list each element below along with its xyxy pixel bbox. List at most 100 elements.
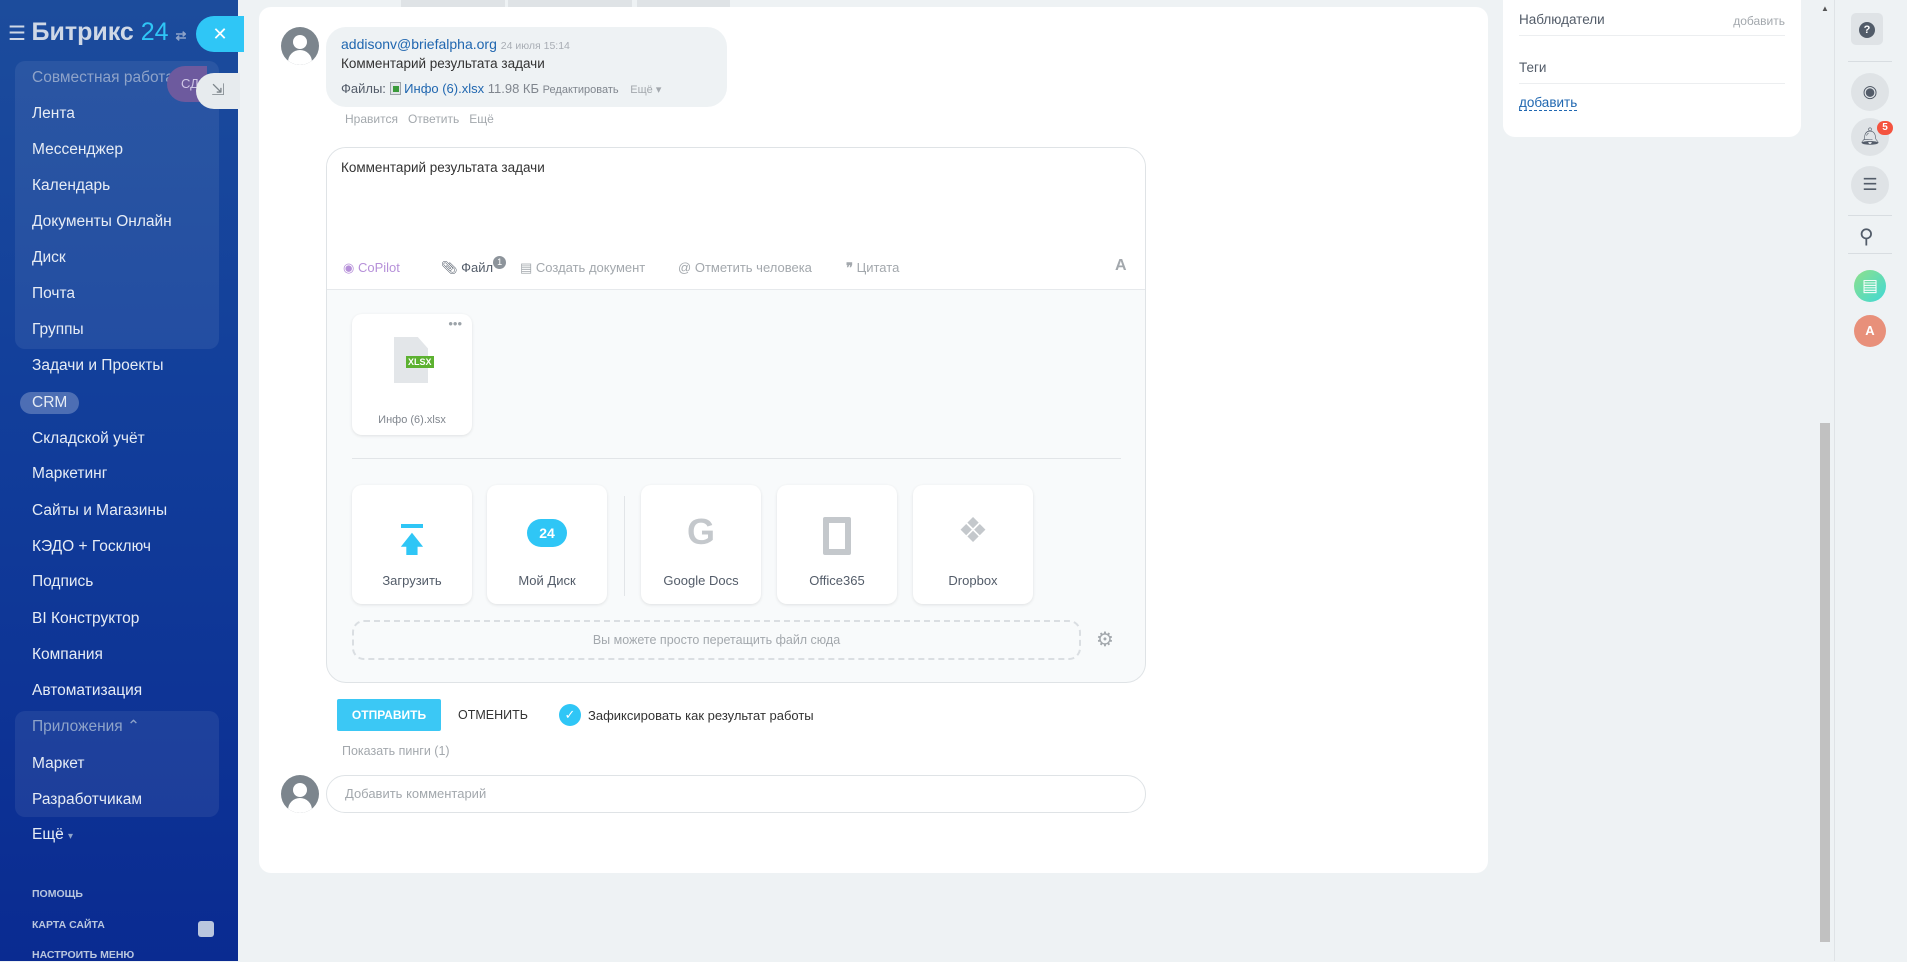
send-button[interactable]: ОТПРАВИТЬ xyxy=(337,699,441,731)
tags-add-link[interactable]: добавить xyxy=(1519,95,1578,111)
close-button[interactable]: ✕ xyxy=(196,16,244,52)
divider xyxy=(352,458,1121,459)
result-checkbox-label[interactable]: Зафиксировать как результат работы xyxy=(588,708,814,723)
comment-more-link[interactable]: Ещё xyxy=(469,112,494,126)
minimize-button[interactable]: ⇲ xyxy=(196,73,240,109)
sitemap-link[interactable]: КАРТА САЙТА xyxy=(32,918,105,932)
copilot-button[interactable]: ◉ CoPilot xyxy=(343,260,400,276)
sidebar-item-docs[interactable]: Документы Онлайн xyxy=(32,212,172,232)
printer-icon[interactable] xyxy=(198,921,214,937)
scroll-up-icon[interactable]: ▲ xyxy=(1821,4,1829,13)
sidebar-item-more[interactable]: Ещё ▾ xyxy=(32,825,73,847)
my-disk-button[interactable]: 24 Мой Диск xyxy=(487,485,607,604)
more-dots-icon[interactable]: ••• xyxy=(448,316,462,331)
attached-file-tile[interactable]: ••• XLSX Инфо (6).xlsx xyxy=(352,314,472,435)
tags-label: Теги xyxy=(1519,60,1547,75)
sidebar-item-bi[interactable]: BI Конструктор xyxy=(32,609,139,629)
sidebar-item-disk[interactable]: Диск xyxy=(32,248,66,268)
settings-icon[interactable]: ⇄ xyxy=(176,28,187,43)
paperclip-icon: 📎︎ xyxy=(441,260,458,275)
author-avatar[interactable] xyxy=(281,27,319,65)
reply-link[interactable]: Ответить xyxy=(408,112,459,126)
sidebar-item-collab[interactable]: Совместная работа xyxy=(32,68,174,88)
create-document-label: Создать документ xyxy=(535,260,646,275)
like-link[interactable]: Нравится xyxy=(345,112,398,126)
help-link[interactable]: ПОМОЩЬ xyxy=(32,887,83,901)
minimize-icon: ⇲ xyxy=(211,82,225,99)
dropbox-icon: ❖ xyxy=(957,512,989,550)
logo-text: Битрикс xyxy=(31,18,134,46)
top-tab[interactable] xyxy=(508,0,632,7)
sidebar-item-marketing[interactable]: Маркетинг xyxy=(32,464,107,484)
gear-icon[interactable]: ⚙ xyxy=(1096,627,1114,652)
file-more-menu[interactable]: Ещё ▾ xyxy=(630,84,661,96)
sidebar-item-kedo[interactable]: КЭДО + Госключ xyxy=(32,537,151,557)
file-link[interactable]: Инфо (6).xlsx xyxy=(404,81,484,96)
quote-label: Цитата xyxy=(856,260,900,275)
sidebar-item-dev[interactable]: Разработчикам xyxy=(32,790,142,810)
google-docs-label: Google Docs xyxy=(663,573,739,588)
top-tab[interactable] xyxy=(401,0,505,7)
disk-badge: 24 xyxy=(527,519,567,547)
configure-menu-link[interactable]: НАСТРОИТЬ МЕНЮ xyxy=(32,948,134,962)
sidebar-item-mail[interactable]: Почта xyxy=(32,284,75,304)
file-button[interactable]: 📎︎ Файл 1 xyxy=(441,256,507,276)
quote-button[interactable]: ❞ Цитата xyxy=(846,260,899,276)
comment-author[interactable]: addisonv@briefalpha.org xyxy=(341,36,497,52)
sidebar-item-messenger[interactable]: Мессенджер xyxy=(32,140,123,160)
drop-zone[interactable]: Вы можете просто перетащить файл сюда xyxy=(352,620,1081,660)
file-count-badge: 1 xyxy=(493,256,507,269)
upload-button[interactable]: 🡅︎ Загрузить xyxy=(352,485,472,604)
show-pings-link[interactable]: Показать пинги (1) xyxy=(342,744,450,758)
copilot-icon[interactable]: ◉ xyxy=(1851,73,1889,111)
scrollbar-thumb[interactable] xyxy=(1820,423,1830,942)
top-tab[interactable] xyxy=(637,0,730,7)
sidebar: ☰ Битрикс 24 ⇄ Совместная работа Лента М… xyxy=(0,0,238,961)
search-icon[interactable]: ⚲ xyxy=(1859,224,1874,249)
xlsx-badge: XLSX xyxy=(406,356,434,368)
office365-label: Office365 xyxy=(809,573,865,588)
add-comment-input[interactable]: Добавить комментарий xyxy=(326,775,1146,813)
news-icon[interactable]: ▤ xyxy=(1854,270,1886,302)
office365-button[interactable]: Office365 xyxy=(777,485,897,604)
sidebar-item-tasks[interactable]: Задачи и Проекты xyxy=(32,356,164,376)
user-avatar[interactable]: A xyxy=(1854,315,1886,347)
sidebar-item-warehouse[interactable]: Складской учёт xyxy=(32,429,145,449)
sidebar-item-feed[interactable]: Лента xyxy=(32,104,75,124)
document-icon: ▤ xyxy=(520,260,533,275)
copilot-icon: ◉ xyxy=(343,260,355,275)
at-icon: @ xyxy=(678,260,692,275)
observers-add-link[interactable]: добавить xyxy=(1733,14,1785,28)
help-button[interactable]: ? xyxy=(1851,13,1883,45)
sidebar-item-crm[interactable]: CRM xyxy=(20,392,80,414)
create-document-button[interactable]: ▤ Создать документ xyxy=(520,260,645,276)
menu-icon[interactable]: ☰ xyxy=(8,23,32,45)
dropbox-button[interactable]: ❖ Dropbox xyxy=(913,485,1033,604)
sidebar-item-company[interactable]: Компания xyxy=(32,645,103,665)
sidebar-item-sites[interactable]: Сайты и Магазины xyxy=(32,501,167,521)
logo[interactable]: ☰ Битрикс 24 ⇄ xyxy=(8,18,186,47)
notifications-badge: 5 xyxy=(1877,121,1893,135)
help-icon: ? xyxy=(1859,22,1875,38)
chevron-up-icon: ⌃ xyxy=(127,718,140,735)
divider xyxy=(624,496,625,596)
editor-textarea[interactable]: Комментарий результата задачи xyxy=(341,160,545,175)
chevron-down-icon: ▾ xyxy=(68,831,74,842)
divider xyxy=(1519,35,1785,36)
sidebar-item-automation[interactable]: Автоматизация xyxy=(32,681,142,701)
sidebar-item-sign[interactable]: Подпись xyxy=(32,572,93,592)
sidebar-item-apps[interactable]: Приложения ⌃ xyxy=(32,717,140,737)
sidebar-item-market[interactable]: Маркет xyxy=(32,754,85,774)
check-icon: ✓ xyxy=(564,707,576,722)
scrollbar[interactable]: ▲ xyxy=(1818,0,1832,961)
cancel-button[interactable]: ОТМЕНИТЬ xyxy=(458,708,528,722)
mention-button[interactable]: @ Отметить человека xyxy=(678,260,812,275)
format-button[interactable]: A xyxy=(1115,257,1127,275)
sidebar-item-calendar[interactable]: Календарь xyxy=(32,176,110,196)
chat-icon[interactable]: ☰ xyxy=(1851,166,1889,204)
comment-date[interactable]: 24 июля 15:14 xyxy=(501,40,570,52)
edit-file-link[interactable]: Редактировать xyxy=(543,84,619,96)
google-docs-button[interactable]: G Google Docs xyxy=(641,485,761,604)
result-checkbox[interactable]: ✓ xyxy=(559,704,581,726)
sidebar-item-groups[interactable]: Группы xyxy=(32,320,84,340)
